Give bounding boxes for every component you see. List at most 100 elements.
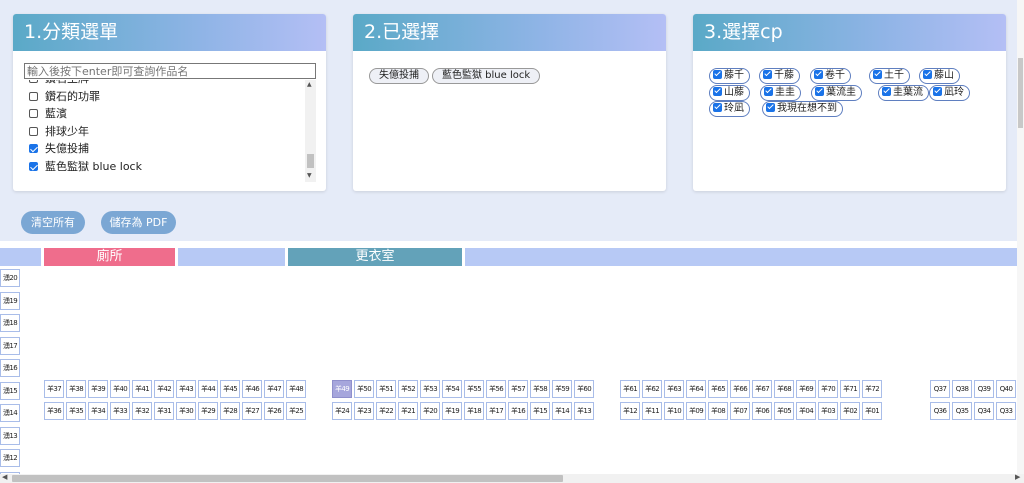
seat[interactable]: 羊28 (220, 402, 240, 420)
clear-all-button[interactable]: 清空所有 (21, 211, 85, 234)
checkbox[interactable] (29, 126, 38, 136)
save-pdf-button[interactable]: 儲存為 PDF (101, 211, 176, 234)
seat[interactable]: 羊26 (264, 402, 284, 420)
horizontal-scrollbar-thumb[interactable] (12, 475, 563, 482)
seat[interactable]: 羊60 (574, 380, 594, 398)
seat[interactable]: 羊58 (530, 380, 550, 398)
seat[interactable]: 羊44 (198, 380, 218, 398)
search-input[interactable] (24, 63, 316, 79)
category-item[interactable]: 排球少年 (24, 123, 304, 141)
seat[interactable]: 羊04 (796, 402, 816, 420)
cp-option[interactable]: 土千 (869, 68, 910, 84)
seat[interactable]: Q37 (930, 380, 950, 398)
seat[interactable]: 羊10 (664, 402, 684, 420)
selected-chip[interactable]: 失億投捕 (369, 68, 429, 84)
seat[interactable]: 羊65 (708, 380, 728, 398)
seat[interactable]: 羊09 (686, 402, 706, 420)
seat[interactable]: 羊61 (620, 380, 640, 398)
cp-option[interactable]: 凪玲 (929, 85, 970, 101)
scroll-down-icon[interactable]: ▼ (307, 172, 312, 179)
seat[interactable]: Q38 (952, 380, 972, 398)
seat[interactable]: 羊62 (642, 380, 662, 398)
seat[interactable]: 羊52 (398, 380, 418, 398)
checkbox[interactable] (29, 80, 38, 83)
checkbox[interactable] (29, 109, 38, 118)
cp-option[interactable]: 圭圭 (760, 85, 801, 101)
seat[interactable]: 羊35 (66, 402, 86, 420)
seat[interactable]: 羊25 (286, 402, 306, 420)
seat[interactable]: 羊59 (552, 380, 572, 398)
seat[interactable]: 羊63 (664, 380, 684, 398)
seat[interactable]: 羊19 (442, 402, 462, 420)
seat[interactable]: 羊38 (66, 380, 86, 398)
seat[interactable]: 羊37 (44, 380, 64, 398)
seat[interactable]: 湧16 (0, 359, 20, 377)
seat[interactable]: 羊21 (398, 402, 418, 420)
cp-option[interactable]: 藤山 (919, 68, 960, 84)
seat[interactable]: 羊17 (486, 402, 506, 420)
seat[interactable]: 羊66 (730, 380, 750, 398)
category-list-scrollbar[interactable]: ▲ ▼ (305, 80, 316, 182)
seat[interactable]: 羊51 (376, 380, 396, 398)
seat[interactable]: 羊31 (154, 402, 174, 420)
seat[interactable]: 羊36 (44, 402, 64, 420)
seat[interactable]: 羊30 (176, 402, 196, 420)
seat[interactable]: 羊67 (752, 380, 772, 398)
checkbox[interactable] (29, 144, 38, 153)
seat[interactable]: 羊40 (110, 380, 130, 398)
seat[interactable]: Q33 (996, 402, 1016, 420)
seat[interactable]: 羊34 (88, 402, 108, 420)
seat[interactable]: 羊02 (840, 402, 860, 420)
category-item[interactable]: 藍濱 (24, 105, 304, 123)
cp-option[interactable]: 山藤 (709, 85, 750, 101)
cp-option[interactable]: 圭葉流 (878, 85, 929, 101)
seat[interactable]: 湧17 (0, 336, 20, 355)
seat[interactable]: 湧20 (0, 269, 20, 287)
seat[interactable]: 羊72 (862, 380, 882, 398)
seat[interactable]: 羊08 (708, 402, 728, 420)
seat[interactable]: 羊23 (354, 402, 374, 420)
scrollbar-thumb[interactable] (307, 154, 314, 168)
seat[interactable]: 羊20 (420, 402, 440, 420)
seat[interactable]: 羊01 (862, 402, 882, 420)
seat[interactable]: Q36 (930, 402, 950, 420)
category-item[interactable]: 藍色監獄 blue lock (24, 158, 304, 176)
category-item[interactable]: 失億投捕 (24, 140, 304, 158)
seat[interactable]: 湧12 (0, 449, 20, 467)
seat[interactable]: 羊50 (354, 380, 374, 398)
seat[interactable]: 羊70 (818, 380, 838, 398)
seat[interactable]: 羊22 (376, 402, 396, 420)
seat[interactable]: 羊06 (752, 402, 772, 420)
cp-option[interactable]: 千藤 (759, 68, 800, 84)
category-item[interactable]: 鑽石的功罪 (24, 88, 304, 106)
seat[interactable]: 羊15 (530, 402, 550, 420)
seat[interactable]: 羊68 (774, 380, 794, 398)
seat[interactable]: 湧19 (0, 291, 20, 310)
seat[interactable]: 羊48 (286, 380, 306, 398)
seat[interactable]: 羊71 (840, 380, 860, 398)
seat[interactable]: 羊29 (198, 402, 218, 420)
scroll-up-icon[interactable]: ▲ (307, 81, 312, 88)
seat[interactable]: 羊55 (464, 380, 484, 398)
selected-chip[interactable]: 藍色監獄 blue lock (432, 68, 541, 84)
seat[interactable]: 羊11 (642, 402, 662, 420)
seat[interactable]: 羊14 (552, 402, 572, 420)
seat[interactable]: 羊54 (442, 380, 462, 398)
seat[interactable]: 湧15 (0, 381, 20, 400)
seat[interactable]: 羊53 (420, 380, 440, 398)
seat[interactable]: 羊57 (508, 380, 528, 398)
seat[interactable]: 羊12 (620, 402, 640, 420)
cp-option[interactable]: 葉流圭 (811, 85, 862, 101)
seat[interactable]: 羊16 (508, 402, 528, 420)
seat[interactable]: 羊05 (774, 402, 794, 420)
scroll-right-icon[interactable]: ▶ (1015, 473, 1020, 481)
checkbox[interactable] (29, 91, 38, 101)
category-item[interactable]: 鑽石王牌 (24, 80, 304, 88)
seat[interactable]: Q34 (974, 402, 994, 420)
seat[interactable]: 羊69 (796, 380, 816, 398)
seat[interactable]: 羊64 (686, 380, 706, 398)
seat[interactable]: 羊45 (220, 380, 240, 398)
seat[interactable]: 湧13 (0, 426, 20, 445)
checkbox[interactable] (29, 161, 38, 171)
seat[interactable]: Q40 (996, 380, 1016, 398)
